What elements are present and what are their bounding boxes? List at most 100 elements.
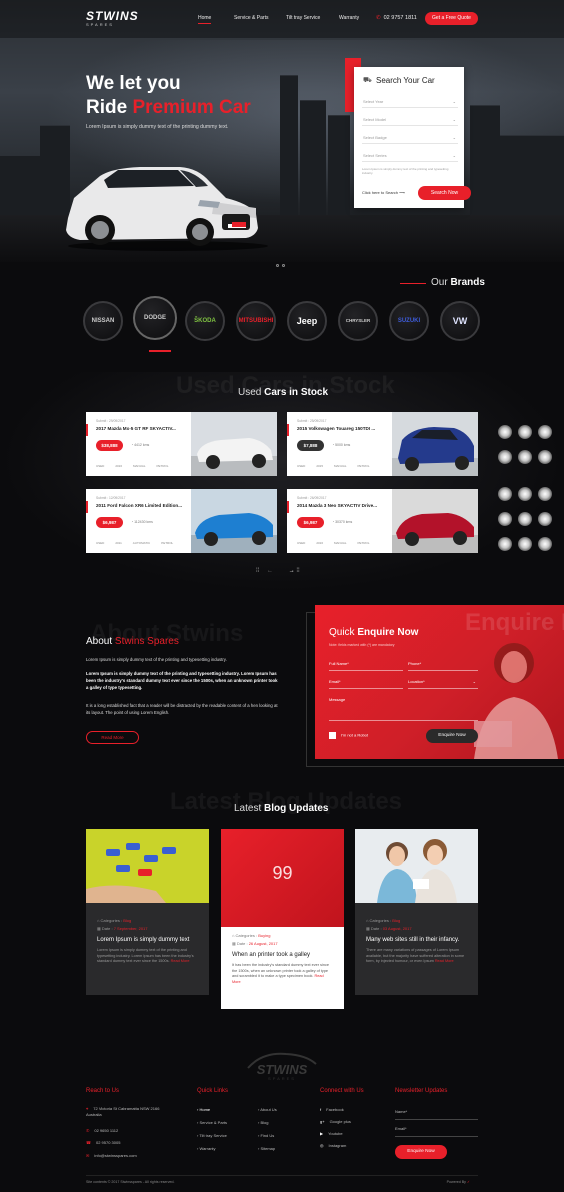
blog-category-value[interactable]: Buying <box>258 933 270 938</box>
footer-social-youtube[interactable]: ▶ Youtube <box>320 1131 343 1136</box>
footer-phone1[interactable]: ✆ 02 9650 1112 <box>86 1128 118 1133</box>
blog-post-excerpt: There are many variations of passages of… <box>366 948 467 965</box>
brand-jeep[interactable]: Jeep <box>287 301 327 341</box>
footer-link-warranty[interactable]: › Warranty <box>197 1146 216 1151</box>
brand-mitsubishi[interactable]: MITSUBISHI <box>236 301 276 341</box>
brand-chrysler[interactable]: CHRYSLER <box>338 301 378 341</box>
footer-social-google[interactable]: g+ Google plus <box>320 1119 351 1124</box>
footer-link-home[interactable]: › Home <box>197 1107 210 1112</box>
brands-title-bold: Brands <box>450 277 485 288</box>
card-accent <box>86 424 88 436</box>
nav-warranty[interactable]: Warranty <box>339 15 359 21</box>
enquire-now-button[interactable]: Enquire Now <box>426 729 478 743</box>
car-listing-card[interactable]: Submit : 26/09/2017 2014 Mazda 3 Neo SKY… <box>287 489 478 553</box>
grid-icon[interactable]: ⁞⁞ <box>256 568 259 574</box>
brand-skoda[interactable]: ŠKODA <box>185 301 225 341</box>
card-car-name[interactable]: 2014 Mazda 3 Neo SKYACTIV Drive... <box>297 503 389 508</box>
email-field[interactable]: Email* <box>329 675 403 689</box>
nav-tilt-tray[interactable]: Tilt tray Service <box>286 15 320 21</box>
chevron-down-icon: ⌄ <box>472 679 476 684</box>
free-quote-button[interactable]: Get a Free Quote <box>425 12 478 25</box>
newsletter-name-field[interactable]: Name* <box>395 1109 478 1120</box>
used-cars-title-normal: Used <box>238 387 262 398</box>
footer-link-find-us[interactable]: › Find Us <box>258 1133 274 1138</box>
card-car-name[interactable]: 2015 Volkswagen Touareg 150TDI ... <box>297 426 389 431</box>
brand-nissan[interactable]: NISSAN <box>83 301 123 341</box>
footer-email[interactable]: ✉ info@stwinsspares.com <box>86 1153 137 1158</box>
card-car-name[interactable]: 2017 Mazda Mx-5 GT RF SKYACTIV... <box>96 426 188 431</box>
card-car-name[interactable]: 2011 Ford Falcon XR6 Limited Edition... <box>96 503 188 508</box>
brand-volkswagen[interactable]: VW <box>440 301 480 341</box>
blog-read-more-link[interactable]: Read More <box>171 959 190 963</box>
about-title-red: Stwins Spares <box>114 636 179 647</box>
footer-link-sitemap[interactable]: › Sitemap <box>258 1146 275 1151</box>
spec-condition: USED <box>96 464 105 468</box>
blog-post-card[interactable]: ⌂ Categories : Blog ▦ Date : 03 August, … <box>355 829 478 995</box>
footer-social-instagram[interactable]: ◎ Instagram <box>320 1143 346 1148</box>
chevron-down-icon: ⌄ <box>452 117 456 122</box>
blog-read-more-link[interactable]: Read More <box>435 959 454 963</box>
blog-category-value[interactable]: Blog <box>123 918 131 923</box>
full-name-field[interactable]: Full Name* <box>329 657 403 671</box>
slider-dot[interactable] <box>276 264 279 267</box>
blog-post-title[interactable]: When an printer took a galley <box>232 952 333 958</box>
click-to-search-link[interactable]: Click here to Search ⟶ <box>362 190 405 195</box>
slider-dot[interactable] <box>282 264 285 267</box>
blog-post-title[interactable]: Many web sites still in their infancy. <box>366 937 467 943</box>
prev-arrow[interactable]: ← <box>267 568 273 574</box>
blog-category: ⌂ Categories : Blog <box>366 918 467 923</box>
footer-newsletter-title: Newsletter Updates <box>395 1088 448 1094</box>
blog-category-value[interactable]: Blog <box>392 918 400 923</box>
phone-field[interactable]: Phone* <box>408 657 478 671</box>
nav-service-parts[interactable]: Service & Parts <box>234 15 268 21</box>
footer-social-facebook[interactable]: f Facebook <box>320 1107 344 1112</box>
spec-fuel: PETROL <box>161 541 174 545</box>
blog-date-value: 03 August, 2017 <box>382 926 412 931</box>
used-cars-background <box>0 372 564 592</box>
footer-phone2[interactable]: ☎ 02 9570 3005 <box>86 1140 120 1145</box>
select-year[interactable]: Select Year ⌄ <box>362 95 458 108</box>
footer-link-about[interactable]: › About Us <box>258 1107 277 1112</box>
about-body: It is a long established fact that a rea… <box>86 703 278 715</box>
captcha[interactable]: I'm not a Robot <box>329 732 368 739</box>
blog-post-title[interactable]: Lorem Ipsum is simply dummy text <box>97 937 198 943</box>
phone-number: 02 9757 1811 <box>383 15 417 21</box>
car-listing-card[interactable]: Submit : 12/09/2017 2011 Ford Falcon XR6… <box>86 489 277 553</box>
car-listing-card[interactable]: Submit : 25/09/2017 2015 Volkswagen Toua… <box>287 412 478 476</box>
location-select[interactable]: Location* ⌄ <box>408 675 478 689</box>
captcha-label: I'm not a Robot <box>341 732 368 738</box>
card-specs: USED 2016 MANUAL PETROL <box>297 541 381 545</box>
blog-date-label: Date : <box>370 926 382 931</box>
footer-link-blog[interactable]: › Blog <box>258 1120 268 1125</box>
next-arrow[interactable]: → <box>289 568 295 574</box>
search-panel-title: ⛟ Search Your Car <box>354 76 464 85</box>
blog-post-card[interactable]: ⌂ Categories : Blog ▦ Date : 7 September… <box>86 829 209 995</box>
card-submit-date: Submit : 29/09/2017 <box>96 419 126 423</box>
blog-post-card[interactable]: 99 ⌂ Categories : Buying ▦ Date : 26 Aug… <box>221 829 344 1009</box>
captcha-checkbox[interactable] <box>329 732 336 739</box>
select-badge[interactable]: Select Badge ⌄ <box>362 131 458 144</box>
logo-text: STWINS <box>86 9 139 23</box>
brand-suzuki[interactable]: SUZUKI <box>389 301 429 341</box>
select-model[interactable]: Select Model ⌄ <box>362 113 458 126</box>
footer-link-tilt-tray[interactable]: › Tilt tray Service <box>197 1133 227 1138</box>
car-listing-card[interactable]: Submit : 29/09/2017 2017 Mazda Mx-5 GT R… <box>86 412 277 476</box>
brands-title-line <box>400 283 426 284</box>
footer-link-service-parts[interactable]: › Service & Parts <box>197 1120 227 1125</box>
message-field[interactable]: Message <box>329 693 478 721</box>
logo[interactable]: STWINS SPARES <box>86 9 139 31</box>
card-km-value: 30370 kms <box>335 520 353 524</box>
select-series[interactable]: Select Series ⌄ <box>362 149 458 162</box>
grid-icon[interactable]: ⁞⁞ <box>296 568 299 574</box>
powered-by[interactable]: Powered By ✓ <box>447 1180 470 1184</box>
blog-date: ▦ Date : 03 August, 2017 <box>366 926 467 931</box>
newsletter-submit-button[interactable]: Enquire Now <box>395 1145 447 1159</box>
newsletter-email-field[interactable]: Email* <box>395 1126 478 1137</box>
about-read-more-button[interactable]: Read More <box>86 731 139 744</box>
header-phone[interactable]: ✆ 02 9757 1811 <box>376 15 417 21</box>
nav-home[interactable]: Home <box>198 15 212 24</box>
card-km-value: 5000 kms <box>335 443 351 447</box>
brand-dodge[interactable]: DODGE <box>133 296 177 340</box>
phone-icon: ✆ <box>376 15 381 21</box>
search-now-button[interactable]: Search Now <box>418 186 471 200</box>
